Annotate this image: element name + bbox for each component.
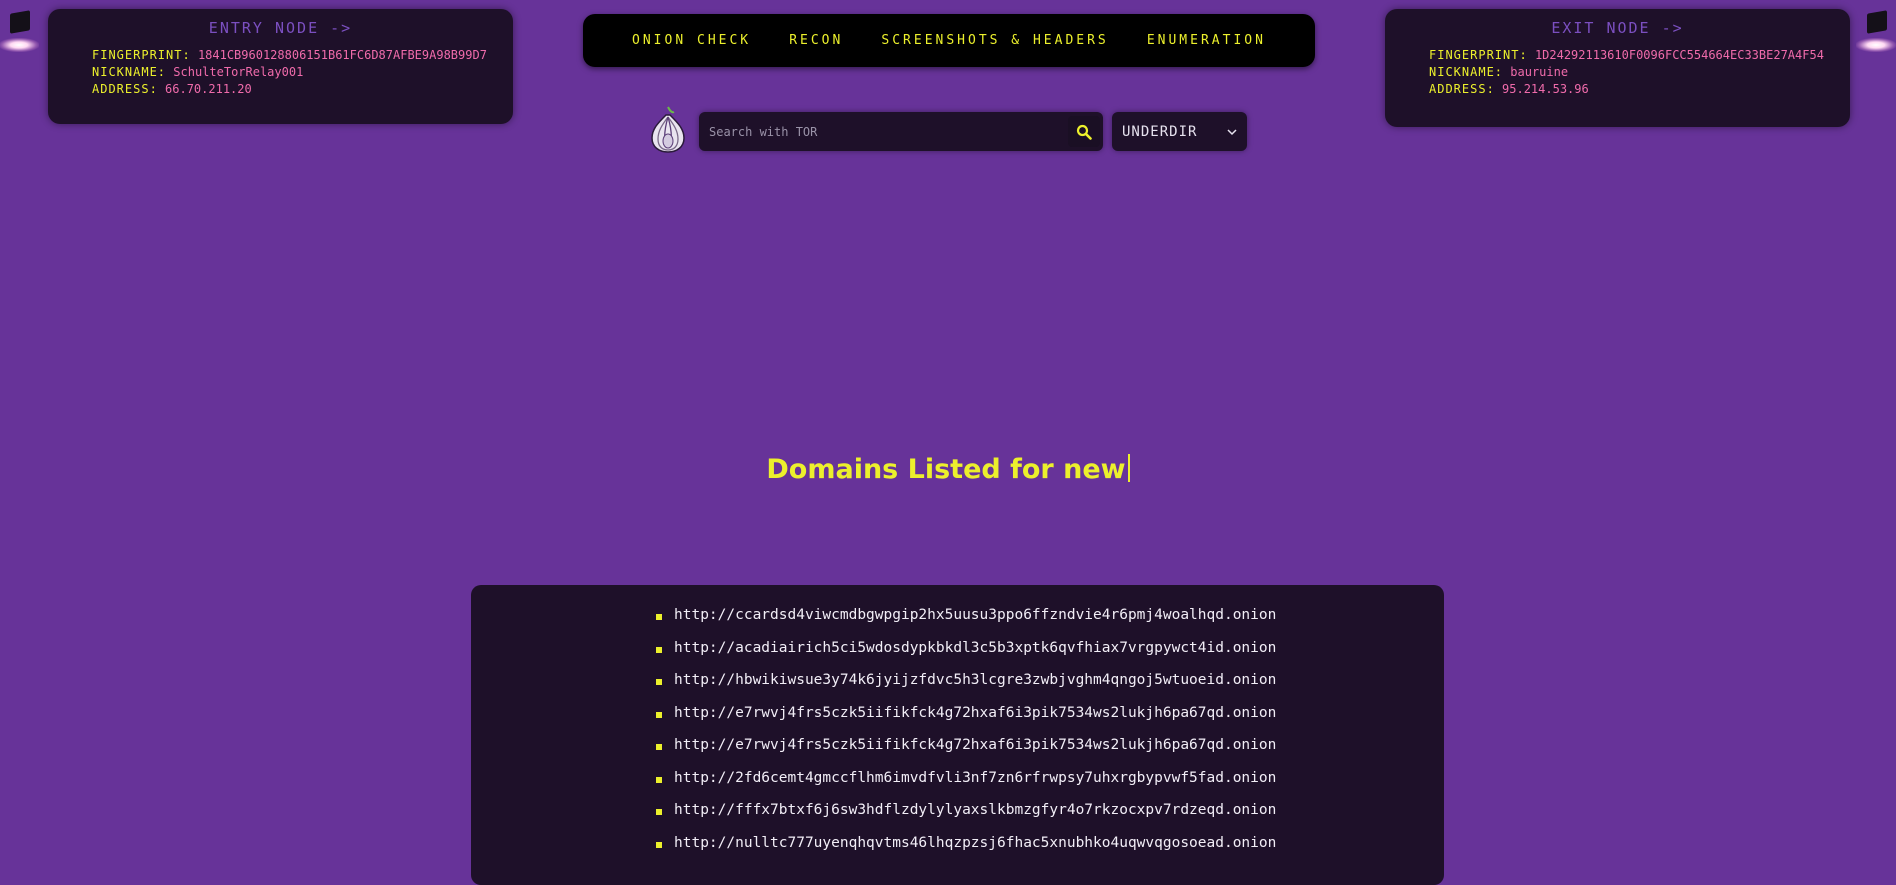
exit-fingerprint-row: FINGERPRINT: 1D24292113610F0096FCC554664… bbox=[1429, 47, 1850, 64]
bullet-icon bbox=[656, 744, 662, 750]
tor-onion-logo-icon bbox=[651, 106, 685, 153]
search-icon bbox=[1076, 124, 1092, 140]
bullet-icon bbox=[656, 646, 662, 653]
domain-link[interactable]: http://e7rwvj4frs5czk5iifikfck4g72hxaf6i… bbox=[674, 737, 1276, 753]
search-box bbox=[699, 112, 1103, 151]
bullet-icon bbox=[656, 841, 662, 848]
entry-node-card: ENTRY NODE -> FINGERPRINT: 1841CB9601288… bbox=[48, 9, 513, 124]
bullet-icon bbox=[656, 614, 662, 620]
entry-nickname-row: NICKNAME: SchulteTorRelay001 bbox=[92, 64, 513, 81]
mode-select[interactable]: UNDERDIR bbox=[1112, 112, 1247, 151]
exit-nickname-label: NICKNAME: bbox=[1429, 65, 1504, 79]
entry-address-label: ADDRESS: bbox=[92, 82, 158, 96]
exit-node-card: EXIT NODE -> FINGERPRINT: 1D24292113610F… bbox=[1385, 9, 1850, 127]
nav-recon[interactable]: RECON bbox=[789, 33, 843, 48]
entry-fingerprint-row: FINGERPRINT: 1841CB960128806151B61FC6D87… bbox=[92, 47, 513, 64]
domain-link[interactable]: http://ccardsd4viwcmdbgwpgip2hx5uusu3ppo… bbox=[674, 607, 1276, 623]
nav-enumeration[interactable]: ENUMERATION bbox=[1147, 33, 1266, 48]
bullet-icon bbox=[656, 776, 662, 783]
bullet-icon bbox=[656, 809, 662, 815]
list-item: http://nulltc777uyenqhqvtms46lhqzpzsj6fh… bbox=[656, 835, 1276, 868]
list-item: http://acadiairich5ci5wdosdypkbkdl3c5b3x… bbox=[656, 640, 1276, 673]
domain-link[interactable]: http://fffx7btxf6j6sw3hdflzdylylyaxslkbm… bbox=[674, 802, 1276, 818]
domain-list: http://ccardsd4viwcmdbgwpgip2hx5uusu3ppo… bbox=[656, 607, 1276, 867]
mode-select-value: UNDERDIR bbox=[1122, 123, 1198, 140]
exit-node-info: FINGERPRINT: 1D24292113610F0096FCC554664… bbox=[1429, 47, 1850, 98]
results-title: Domains Listed for new bbox=[0, 454, 1896, 485]
entry-fingerprint-value: 1841CB960128806151B61FC6D87AFBE9A98B99D7 bbox=[197, 48, 487, 62]
bullet-icon bbox=[656, 711, 662, 718]
list-item: http://e7rwvj4frs5czk5iifikfck4g72hxaf6i… bbox=[656, 737, 1276, 770]
exit-fingerprint-label: FINGERPRINT: bbox=[1429, 48, 1528, 62]
domain-link[interactable]: http://nulltc777uyenqhqvtms46lhqzpzsj6fh… bbox=[674, 835, 1276, 851]
search-button[interactable] bbox=[1068, 116, 1100, 147]
top-navbar: ONION CHECK RECON SCREENSHOTS & HEADERS … bbox=[583, 14, 1315, 67]
list-item: http://e7rwvj4frs5czk5iifikfck4g72hxaf6i… bbox=[656, 705, 1276, 738]
domain-link[interactable]: http://e7rwvj4frs5czk5iifikfck4g72hxaf6i… bbox=[674, 705, 1276, 721]
search-input[interactable] bbox=[699, 112, 1059, 151]
exit-address-label: ADDRESS: bbox=[1429, 82, 1495, 96]
list-item: http://fffx7btxf6j6sw3hdflzdylylyaxslkbm… bbox=[656, 802, 1276, 835]
nav-screenshots-headers[interactable]: SCREENSHOTS & HEADERS bbox=[881, 33, 1108, 48]
entry-nickname-label: NICKNAME: bbox=[92, 65, 167, 79]
typing-cursor bbox=[1127, 454, 1130, 482]
domain-link[interactable]: http://acadiairich5ci5wdosdypkbkdl3c5b3x… bbox=[674, 640, 1276, 656]
chevron-down-icon bbox=[1227, 128, 1237, 135]
nav-onion-check[interactable]: ONION CHECK bbox=[632, 33, 751, 48]
list-item: http://ccardsd4viwcmdbgwpgip2hx5uusu3ppo… bbox=[656, 607, 1276, 640]
list-item: http://hbwikiwsue3y74k6jyijzfdvc5h3lcgre… bbox=[656, 672, 1276, 705]
entry-address-row: ADDRESS: 66.70.211.20 bbox=[92, 81, 513, 98]
results-title-text: Domains Listed for new bbox=[766, 454, 1126, 485]
exit-nickname-value: bauruine bbox=[1510, 65, 1569, 79]
exit-fingerprint-value: 1D24292113610F0096FCC554664EC33BE27A4F54 bbox=[1534, 48, 1824, 62]
results-panel: http://ccardsd4viwcmdbgwpgip2hx5uusu3ppo… bbox=[471, 585, 1444, 885]
entry-nickname-value: SchulteTorRelay001 bbox=[173, 65, 304, 79]
exit-address-row: ADDRESS: 95.214.53.96 bbox=[1429, 81, 1850, 98]
entry-node-info: FINGERPRINT: 1841CB960128806151B61FC6D87… bbox=[92, 47, 513, 98]
domain-link[interactable]: http://2fd6cemt4gmccflhm6imvdfvli3nf7zn6… bbox=[674, 770, 1276, 786]
exit-nickname-row: NICKNAME: bauruine bbox=[1429, 64, 1850, 81]
entry-node-title: ENTRY NODE -> bbox=[208, 19, 353, 37]
entry-fingerprint-label: FINGERPRINT: bbox=[92, 48, 191, 62]
lamp-left-icon bbox=[0, 10, 39, 52]
entry-address-value: 66.70.211.20 bbox=[165, 82, 252, 96]
lamp-right-icon bbox=[1856, 10, 1896, 52]
bullet-icon bbox=[656, 679, 662, 685]
domain-link[interactable]: http://hbwikiwsue3y74k6jyijzfdvc5h3lcgre… bbox=[674, 672, 1276, 688]
exit-node-title: EXIT NODE -> bbox=[1551, 19, 1684, 37]
exit-address-value: 95.214.53.96 bbox=[1502, 82, 1589, 96]
list-item: http://2fd6cemt4gmccflhm6imvdfvli3nf7zn6… bbox=[656, 770, 1276, 803]
